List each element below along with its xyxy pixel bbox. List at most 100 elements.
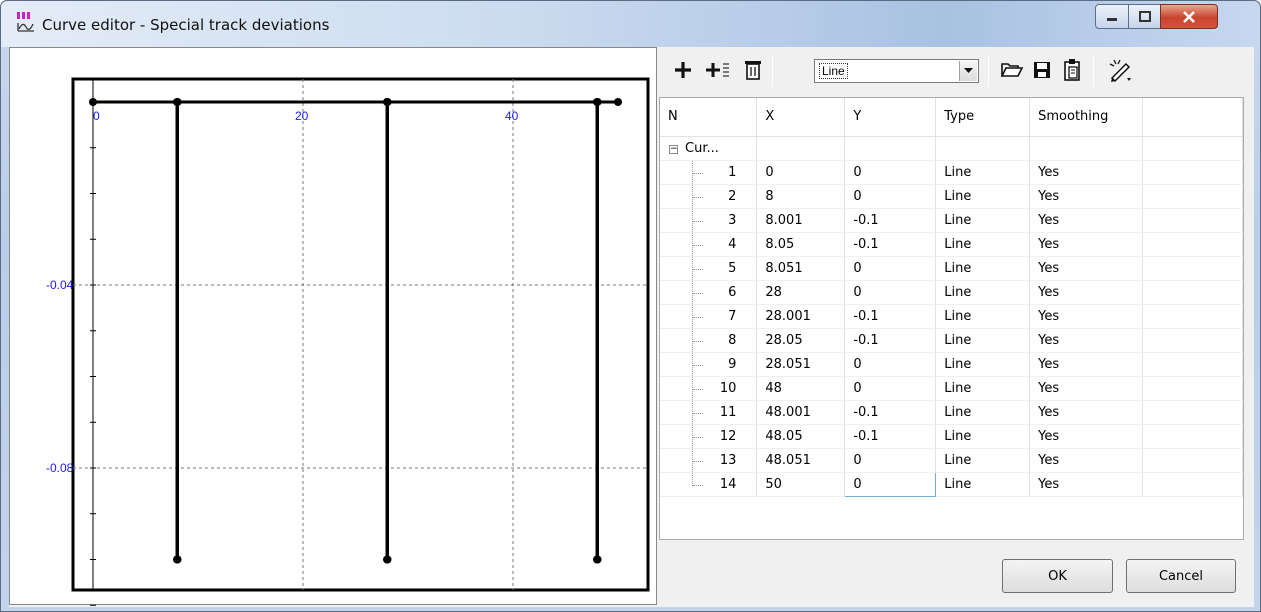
row-number-cell[interactable]: 13 — [660, 448, 758, 473]
chevron-down-icon[interactable] — [959, 61, 977, 81]
smoothing-cell[interactable]: Yes — [1029, 400, 1144, 425]
smoothing-cell[interactable]: Yes — [1029, 184, 1144, 209]
close-button[interactable] — [1160, 4, 1218, 29]
smoothing-cell[interactable]: Yes — [1029, 472, 1144, 497]
y-cell[interactable]: 0 — [844, 471, 937, 497]
collapse-icon[interactable]: − — [669, 144, 678, 154]
y-cell[interactable]: 0 — [844, 280, 937, 305]
table-row[interactable]: 1 0 0 Line Yes — [660, 160, 1243, 185]
column-header-smoothing[interactable]: Smoothing — [1029, 98, 1144, 137]
x-cell[interactable]: 28.051 — [756, 352, 846, 377]
x-cell[interactable]: 28 — [756, 280, 846, 305]
table-row[interactable]: 13 48.051 0 Line Yes — [660, 448, 1243, 473]
smoothing-cell[interactable]: Yes — [1029, 376, 1144, 401]
smoothing-cell[interactable]: Yes — [1029, 280, 1144, 305]
paste-button[interactable] — [1058, 55, 1086, 85]
smoothing-cell[interactable]: Yes — [1029, 256, 1144, 281]
row-number-cell[interactable]: 9 — [660, 352, 758, 377]
x-cell[interactable]: 48 — [756, 376, 846, 401]
x-cell[interactable]: 8.05 — [756, 232, 846, 257]
minimize-button[interactable] — [1095, 4, 1129, 29]
type-cell[interactable]: Line — [935, 472, 1031, 497]
curve-plot-panel[interactable]: 0 20 40 -0.04 -0.08 — [9, 47, 657, 606]
row-number-cell[interactable]: 10 — [660, 376, 758, 401]
smoothing-cell[interactable]: Yes — [1029, 304, 1144, 329]
type-cell[interactable]: Line — [935, 256, 1031, 281]
column-header-x[interactable]: X — [756, 98, 846, 137]
y-cell[interactable]: -0.1 — [844, 400, 937, 425]
x-cell[interactable]: 0 — [756, 160, 846, 185]
smoothing-cell[interactable]: Yes — [1029, 160, 1144, 185]
table-row[interactable]: 6 28 0 Line Yes — [660, 280, 1243, 305]
table-row[interactable]: 5 8.051 0 Line Yes — [660, 256, 1243, 281]
row-number-cell[interactable]: 8 — [660, 328, 758, 353]
x-cell[interactable]: 28.05 — [756, 328, 846, 353]
y-cell[interactable]: 0 — [844, 256, 937, 281]
table-row[interactable]: 9 28.051 0 Line Yes — [660, 352, 1243, 377]
y-cell[interactable]: 0 — [844, 160, 937, 185]
curve-group-cell[interactable]: − Cur... — [660, 136, 758, 161]
x-cell[interactable]: 48.001 — [756, 400, 846, 425]
row-number-cell[interactable]: 12 — [660, 424, 758, 449]
type-cell[interactable]: Line — [935, 160, 1031, 185]
row-number-cell[interactable]: 5 — [660, 256, 758, 281]
table-row[interactable]: 8 28.05 -0.1 Line Yes — [660, 328, 1243, 353]
row-number-cell[interactable]: 14 — [660, 472, 758, 497]
title-bar[interactable]: Curve editor - Special track deviations — [1, 1, 1260, 47]
x-cell[interactable]: 8.001 — [756, 208, 846, 233]
smoothing-cell[interactable]: Yes — [1029, 208, 1144, 233]
edit-options-button[interactable] — [1106, 55, 1134, 85]
table-row[interactable]: 3 8.001 -0.1 Line Yes — [660, 208, 1243, 233]
row-number-cell[interactable]: 3 — [660, 208, 758, 233]
row-number-cell[interactable]: 4 — [660, 232, 758, 257]
row-number-cell[interactable]: 2 — [660, 184, 758, 209]
type-cell[interactable]: Line — [935, 232, 1031, 257]
type-cell[interactable]: Line — [935, 376, 1031, 401]
points-table[interactable]: N X Y Type Smoothing − Cur... 1 0 0 Line… — [659, 97, 1244, 540]
type-cell[interactable]: Line — [935, 280, 1031, 305]
y-cell[interactable]: 0 — [844, 184, 937, 209]
insert-point-button[interactable] — [703, 55, 731, 85]
curve-group-row[interactable]: − Cur... — [660, 136, 1243, 161]
column-header-y[interactable]: Y — [844, 98, 937, 137]
table-row[interactable]: 14 50 0 Line Yes — [660, 471, 1243, 497]
row-number-cell[interactable]: 7 — [660, 304, 758, 329]
type-cell[interactable]: Line — [935, 184, 1031, 209]
smoothing-cell[interactable]: Yes — [1029, 352, 1144, 377]
add-point-button[interactable] — [669, 55, 697, 85]
column-header-n[interactable]: N — [660, 98, 758, 137]
x-cell[interactable]: 50 — [756, 472, 846, 497]
type-cell[interactable]: Line — [935, 208, 1031, 233]
table-row[interactable]: 11 48.001 -0.1 Line Yes — [660, 400, 1243, 425]
type-cell[interactable]: Line — [935, 352, 1031, 377]
table-row[interactable]: 4 8.05 -0.1 Line Yes — [660, 232, 1243, 257]
y-cell[interactable]: -0.1 — [844, 424, 937, 449]
table-row[interactable]: 12 48.05 -0.1 Line Yes — [660, 424, 1243, 449]
y-cell[interactable]: 0 — [844, 352, 937, 377]
row-number-cell[interactable]: 6 — [660, 280, 758, 305]
open-button[interactable] — [998, 55, 1026, 85]
y-cell[interactable]: -0.1 — [844, 328, 937, 353]
smoothing-cell[interactable]: Yes — [1029, 328, 1144, 353]
type-cell[interactable]: Line — [935, 304, 1031, 329]
y-cell[interactable]: -0.1 — [844, 304, 937, 329]
row-number-cell[interactable]: 11 — [660, 400, 758, 425]
maximize-button[interactable] — [1128, 4, 1161, 29]
cancel-button[interactable]: Cancel — [1126, 559, 1236, 593]
segment-type-select[interactable]: Line — [814, 59, 979, 83]
y-cell[interactable]: -0.1 — [844, 232, 937, 257]
x-cell[interactable]: 8.051 — [756, 256, 846, 281]
y-cell[interactable]: 0 — [844, 376, 937, 401]
smoothing-cell[interactable]: Yes — [1029, 424, 1144, 449]
x-cell[interactable]: 48.051 — [756, 448, 846, 473]
x-cell[interactable]: 8 — [756, 184, 846, 209]
type-cell[interactable]: Line — [935, 400, 1031, 425]
y-cell[interactable]: 0 — [844, 448, 937, 473]
type-cell[interactable]: Line — [935, 448, 1031, 473]
column-header-type[interactable]: Type — [935, 98, 1031, 137]
smoothing-cell[interactable]: Yes — [1029, 232, 1144, 257]
row-number-cell[interactable]: 1 — [660, 160, 758, 185]
ok-button[interactable]: OK — [1002, 559, 1113, 593]
x-cell[interactable]: 28.001 — [756, 304, 846, 329]
table-row[interactable]: 10 48 0 Line Yes — [660, 376, 1243, 401]
